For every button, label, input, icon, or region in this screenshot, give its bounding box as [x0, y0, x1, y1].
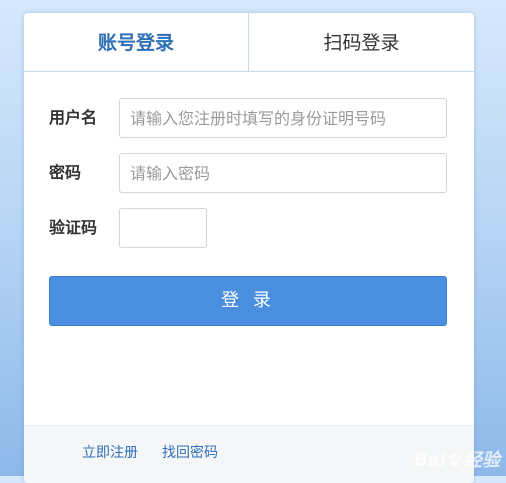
username-input[interactable]	[119, 98, 447, 138]
register-link[interactable]: 立即注册	[82, 442, 138, 462]
watermark-text-prefix: Bai	[413, 450, 446, 471]
recover-password-link[interactable]: 找回密码	[162, 442, 218, 462]
login-card: 账号登录 扫码登录 用户名 密码 验证码 登 录 立即注册 找回密码	[24, 13, 474, 483]
login-footer: 立即注册 找回密码	[24, 425, 474, 483]
captcha-input[interactable]	[119, 208, 207, 248]
password-input[interactable]	[119, 153, 447, 193]
username-row: 用户名	[24, 98, 474, 138]
login-button[interactable]: 登 录	[49, 276, 447, 326]
password-row: 密码	[24, 153, 474, 193]
watermark-text-suffix: 经验	[464, 450, 500, 471]
captcha-row: 验证码	[24, 208, 474, 248]
password-label: 密码	[49, 163, 82, 182]
username-label: 用户名	[49, 108, 98, 127]
login-tabs: 账号登录 扫码登录	[24, 13, 474, 72]
captcha-label: 验证码	[49, 218, 98, 237]
tab-account-login[interactable]: 账号登录	[24, 13, 248, 71]
tab-qr-login[interactable]: 扫码登录	[249, 13, 474, 71]
baidu-paw-icon	[449, 453, 461, 467]
baidu-jingyan-watermark: Bai 经验	[414, 446, 500, 472]
